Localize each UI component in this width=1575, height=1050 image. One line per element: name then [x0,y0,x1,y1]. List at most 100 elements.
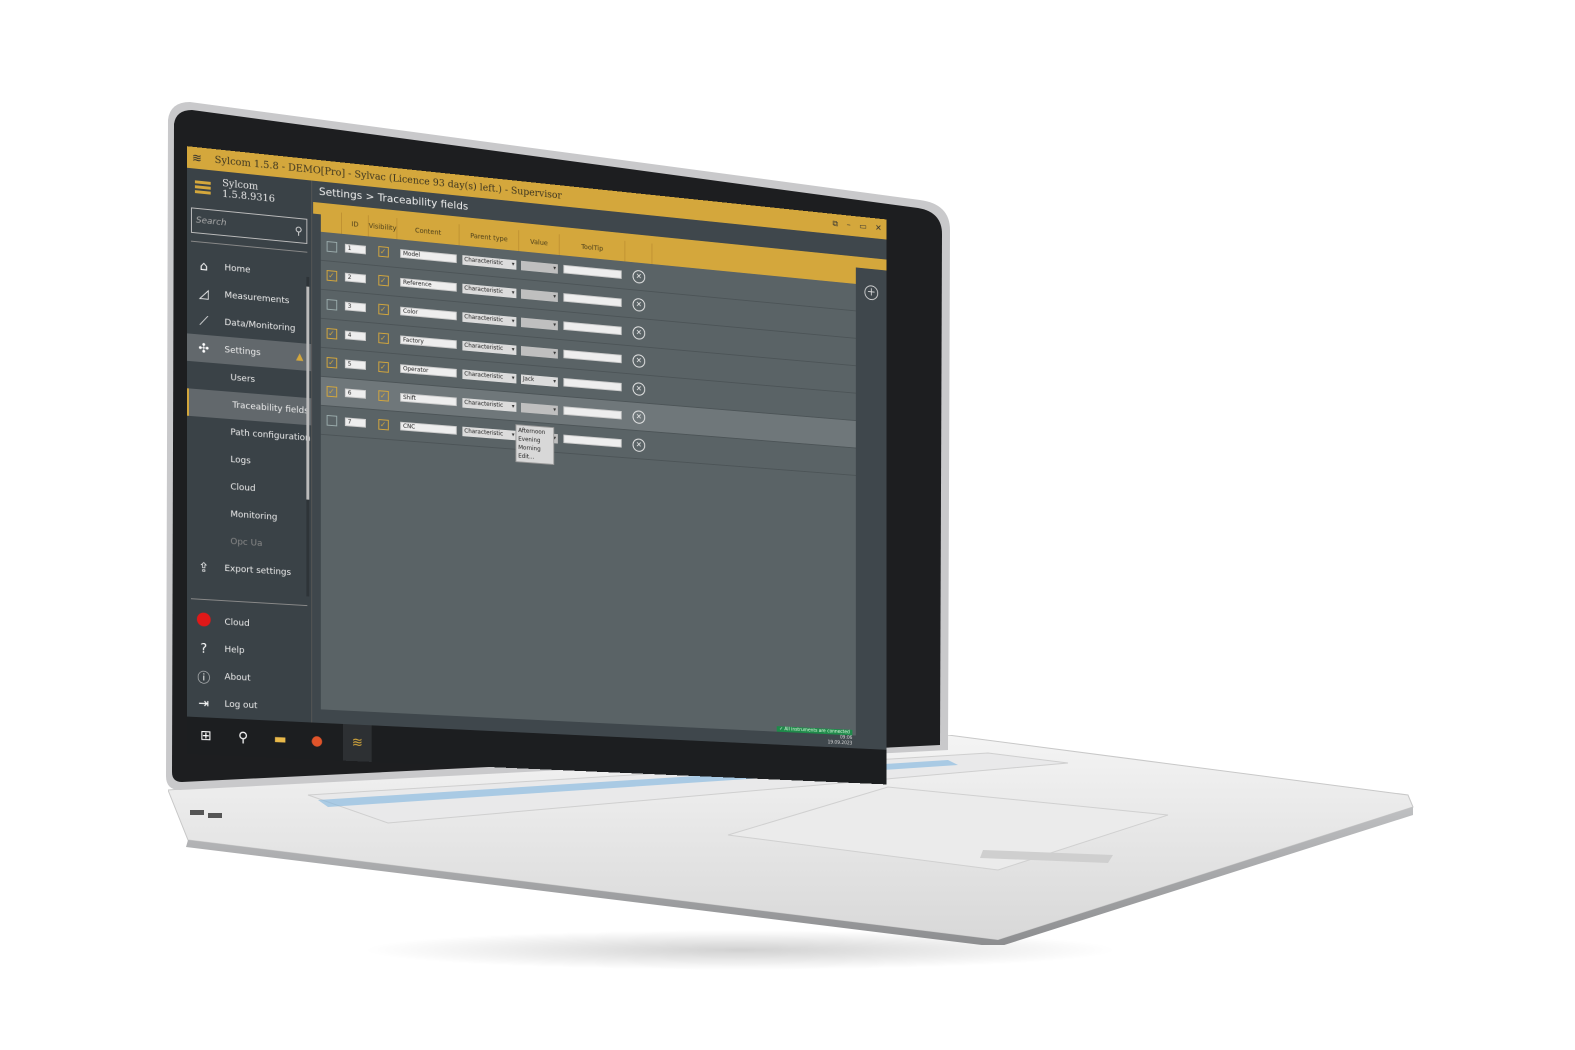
row-select-checkbox[interactable]: ✓ [326,269,337,282]
sidebar-item-label: Data/Monitoring [224,318,296,334]
popout-icon[interactable]: ⧉ [832,219,838,229]
divider [190,598,308,607]
content-field[interactable]: Color [400,306,457,321]
tooltip-field[interactable] [563,321,622,336]
row-select-checkbox[interactable]: ✓ [326,327,337,340]
laptop-screen: ≋ Sylcom 1.5.8 - DEMO[Pro] - Sylvac (Lic… [187,140,937,785]
sidebar-item-label: Settings [224,345,261,359]
sidebar-scroll-thumb[interactable] [306,286,310,500]
content-field[interactable]: Reference [400,277,457,292]
value-select[interactable] [521,317,558,330]
settings-icon: ✣ [198,340,210,357]
value-select[interactable] [521,345,558,359]
id-field[interactable]: 7 [344,417,366,428]
export-icon: ⇪ [198,559,210,576]
dropdown-option[interactable]: Edit... [518,452,551,463]
parent-type-select[interactable]: Characteristic [462,397,517,412]
minimize-button[interactable]: – [847,221,851,231]
id-field[interactable]: 5 [344,359,366,370]
row-select-checkbox[interactable]: ✓ [326,385,337,398]
chevron-up-icon[interactable]: ▲ [296,351,303,362]
col-value: Value [519,230,560,256]
value-select[interactable]: Jack [521,373,558,387]
id-field[interactable]: 3 [344,301,366,313]
content-field[interactable]: Operator [400,364,457,378]
traceability-grid: ID Visibility Content Parent type Value … [320,210,856,746]
col-id: ID [342,212,369,237]
col-delete [625,240,653,265]
sidebar-item-label: Help [224,645,245,656]
delete-row-icon[interactable]: ✕ [632,269,646,284]
col-select [320,210,343,234]
content-field[interactable]: Model [400,249,457,264]
help-icon: ? [200,641,208,657]
sylcom-app-icon[interactable]: ≋ [342,723,372,762]
add-field-button[interactable]: + [864,284,879,301]
visibility-checkbox[interactable]: ✓ [377,332,389,344]
logout-icon: ⇥ [198,696,210,712]
visibility-checkbox[interactable]: ✓ [377,245,389,258]
content-field[interactable]: Factory [400,335,457,349]
delete-row-icon[interactable]: ✕ [632,381,646,396]
firefox-icon[interactable]: ● [306,730,327,752]
value-select[interactable] [521,260,558,274]
parent-type-select[interactable]: Characteristic [462,311,517,327]
set-square-icon: ◿ [198,285,209,302]
id-field[interactable]: 2 [344,272,366,284]
sidebar-item-label: Measurements [224,290,290,307]
windows-start-icon[interactable]: ⊞ [195,725,217,748]
sidebar-item-label: Home [224,263,251,276]
content-field[interactable]: CNC [400,421,457,435]
app-version: Sylcom 1.5.8.9316 [222,178,275,205]
tooltip-field[interactable] [563,264,622,279]
restore-button[interactable]: ▭ [859,222,866,232]
status-area: ✓ All instruments are connected 09:06 19… [776,726,853,746]
value-select[interactable] [521,402,558,415]
visibility-checkbox[interactable]: ✓ [377,274,389,287]
row-select-checkbox[interactable] [326,240,337,253]
parent-type-select[interactable]: Characteristic [462,426,517,440]
content-field[interactable]: Shift [400,392,457,407]
parent-type-select[interactable]: Characteristic [462,283,517,298]
sidebar-item-label: Log out [224,699,258,712]
id-field[interactable]: 6 [344,388,366,399]
product-mockup: ≋ Sylcom 1.5.8 - DEMO[Pro] - Sylvac (Lic… [0,0,1575,1050]
visibility-checkbox[interactable]: ✓ [377,361,389,373]
id-field[interactable]: 4 [344,330,366,342]
visibility-checkbox[interactable]: ✓ [377,390,389,402]
sylcom-window: ≋ Sylcom 1.5.8 - DEMO[Pro] - Sylvac (Lic… [187,146,887,785]
parent-type-select[interactable]: Characteristic [462,368,517,384]
tooltip-field[interactable] [563,406,622,420]
row-select-checkbox[interactable] [326,414,337,427]
tooltip-field[interactable] [563,349,622,364]
cloud-status-icon [196,612,211,627]
search-icon[interactable]: ⚲ [232,727,254,749]
delete-row-icon[interactable]: ✕ [632,297,646,312]
sylcom-logo-icon: ≋ [191,150,202,166]
col-visibility: Visibility [369,215,398,240]
main-content: Settings > Traceability fields + ID Visi… [313,180,887,750]
id-field[interactable]: 1 [344,243,366,255]
parent-type-select[interactable]: Characteristic [462,340,517,355]
divider [190,240,308,253]
row-select-checkbox[interactable] [326,298,337,311]
visibility-checkbox[interactable]: ✓ [377,303,389,316]
hamburger-menu-icon[interactable] [194,178,211,196]
delete-row-icon[interactable]: ✕ [632,437,646,452]
tooltip-field[interactable] [563,377,622,392]
visibility-checkbox[interactable]: ✓ [377,418,389,431]
value-select[interactable] [521,288,558,302]
search-icon[interactable]: ⚲ [295,224,303,237]
tooltip-field[interactable] [563,434,622,448]
value-dropdown-list: Afternoon Evening Morning Edit... [515,424,555,465]
delete-row-icon[interactable]: ✕ [632,353,646,368]
row-select-checkbox[interactable]: ✓ [326,356,337,369]
close-button[interactable]: ✕ [875,224,881,234]
tooltip-field[interactable] [563,293,622,308]
chart-icon: ⟋ [199,313,209,329]
delete-row-icon[interactable]: ✕ [632,409,646,424]
parent-type-select[interactable]: Characteristic [462,254,517,270]
delete-row-icon[interactable]: ✕ [632,325,646,340]
sidebar-item-label: Cloud [224,617,250,629]
file-explorer-icon[interactable]: ▬ [269,728,290,750]
